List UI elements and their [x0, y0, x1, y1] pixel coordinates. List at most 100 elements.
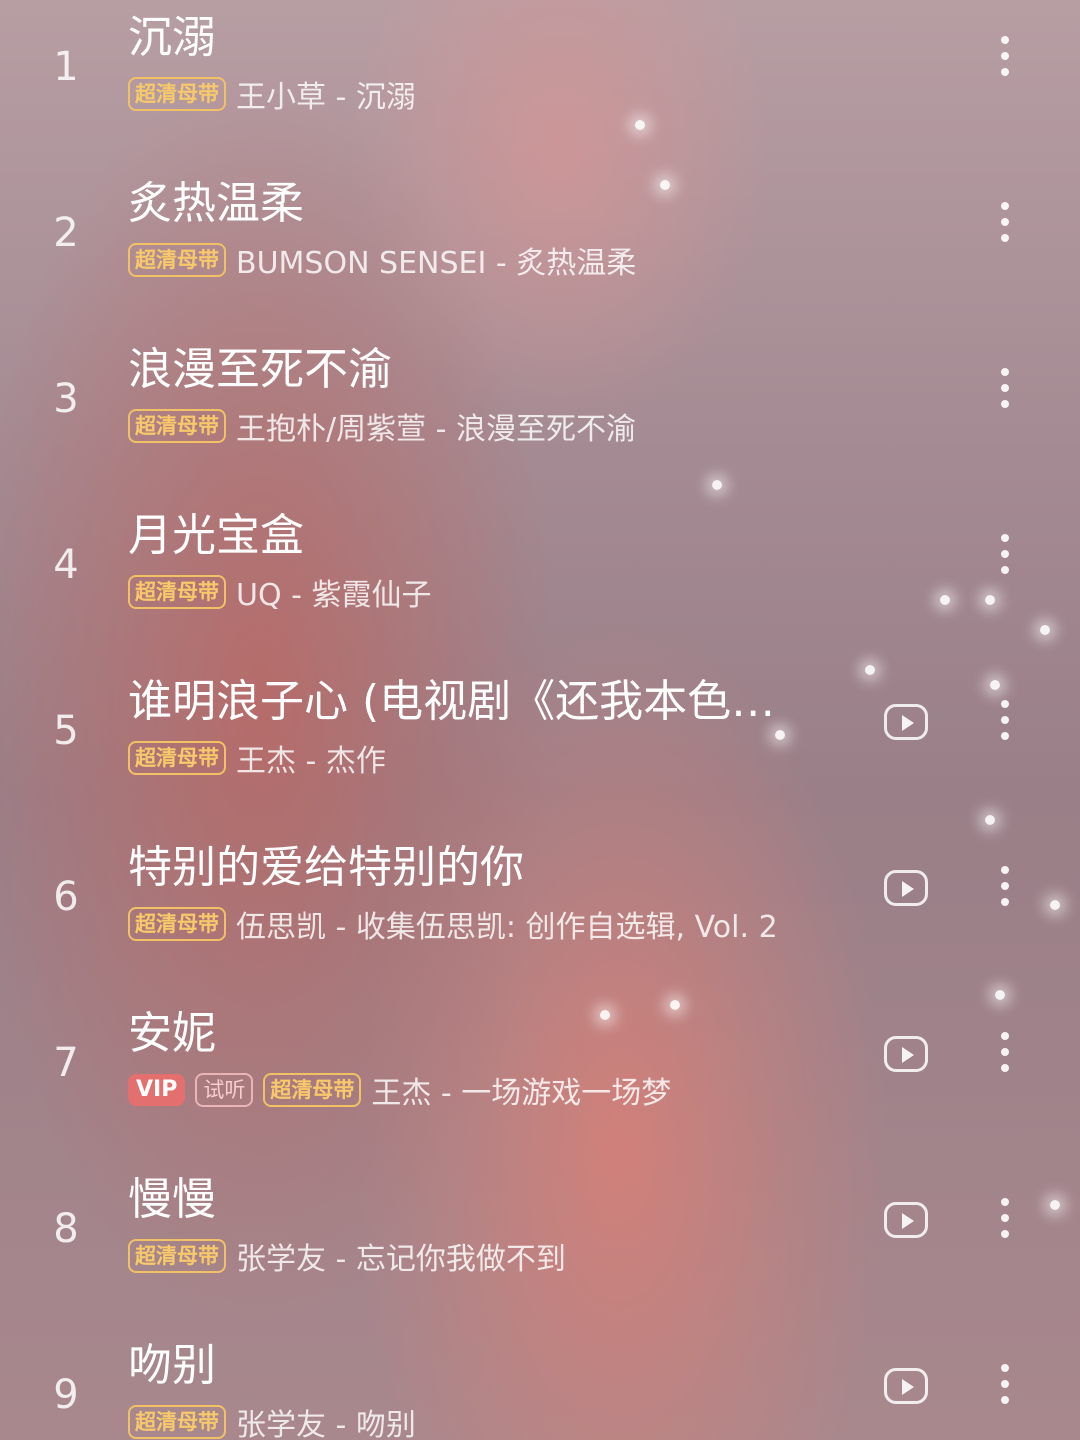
dot — [1001, 1396, 1009, 1404]
dot — [1001, 566, 1009, 574]
quality-badge: 超清母带 — [128, 1239, 226, 1273]
artist-album: 王抱朴/周紫萱 - 浪漫至死不渝 — [236, 412, 637, 447]
dot — [1001, 866, 1009, 874]
song-title: 炙热温柔 — [128, 178, 304, 229]
artist-album: BUMSON SENSEI - 炙热温柔 — [236, 246, 637, 281]
quality-badge: 超清母带 — [128, 243, 226, 277]
dot — [1001, 68, 1009, 76]
song-rank: 4 — [53, 542, 79, 588]
song-meta: 超清母带 王杰 - 杰作 — [128, 738, 386, 779]
more-vertical-icon[interactable] — [990, 534, 1020, 584]
song-title: 吻别 — [128, 1340, 216, 1391]
artist-album: 王杰 - 一场游戏一场梦 — [371, 1076, 672, 1111]
song-meta: 超清母带 王小草 - 沉溺 — [128, 74, 416, 115]
play-triangle — [902, 715, 914, 731]
dot — [1001, 534, 1009, 542]
dot — [1001, 882, 1009, 890]
song-row[interactable]: 2 炙热温柔 超清母带 BUMSON SENSEI - 炙热温柔 — [0, 174, 1080, 340]
quality-badge: 超清母带 — [128, 1405, 226, 1439]
more-vertical-icon[interactable] — [990, 1032, 1020, 1082]
song-row[interactable]: 5 谁明浪子心 (电视剧《还我本色… 超清母带 王杰 - 杰作 — [0, 672, 1080, 838]
song-rank: 7 — [53, 1040, 79, 1086]
song-list: 1 沉溺 超清母带 王小草 - 沉溺 2 炙热温柔 超清母带 BUMSON SE… — [0, 0, 1080, 1443]
song-row[interactable]: 7 安妮 VIP 试听 超清母带 王杰 - 一场游戏一场梦 — [0, 1004, 1080, 1170]
quality-badge: 超清母带 — [128, 77, 226, 111]
dot — [1001, 384, 1009, 392]
artist-album: 伍思凯 - 收集伍思凯: 创作自选辑, Vol. 2 — [236, 910, 778, 945]
song-title: 特别的爱给特别的你 — [128, 842, 524, 893]
dot — [1001, 1198, 1009, 1206]
artist-album: UQ - 紫霞仙子 — [236, 578, 432, 613]
dot — [1001, 218, 1009, 226]
song-rank: 1 — [53, 44, 79, 90]
song-row[interactable]: 4 月光宝盒 超清母带 UQ - 紫霞仙子 — [0, 506, 1080, 672]
more-vertical-icon[interactable] — [990, 700, 1020, 750]
song-title: 月光宝盒 — [128, 510, 304, 561]
more-vertical-icon[interactable] — [990, 368, 1020, 418]
song-meta: 超清母带 王抱朴/周紫萱 - 浪漫至死不渝 — [128, 406, 637, 447]
quality-badge: 超清母带 — [128, 741, 226, 775]
play-triangle — [902, 1379, 914, 1395]
quality-badge: 超清母带 — [263, 1073, 362, 1107]
artist-album: 王杰 - 杰作 — [236, 744, 386, 779]
dot — [1001, 1064, 1009, 1072]
artist-album: 王小草 - 沉溺 — [236, 80, 416, 115]
more-vertical-icon[interactable] — [990, 1364, 1020, 1414]
more-vertical-icon[interactable] — [990, 866, 1020, 916]
song-rank: 2 — [53, 210, 79, 256]
song-meta: 超清母带 张学友 - 忘记你我做不到 — [128, 1236, 566, 1277]
dot — [1001, 52, 1009, 60]
dot — [1001, 700, 1009, 708]
dot — [1001, 1048, 1009, 1056]
dot — [1001, 36, 1009, 44]
vip-badge: VIP — [128, 1074, 186, 1106]
dot — [1001, 1230, 1009, 1238]
artist-album: 张学友 - 忘记你我做不到 — [236, 1242, 566, 1277]
dot — [1001, 368, 1009, 376]
dot — [1001, 898, 1009, 906]
play-video-icon[interactable] — [884, 704, 928, 740]
dot — [1001, 1364, 1009, 1372]
play-video-icon[interactable] — [884, 1368, 928, 1404]
song-meta: VIP 试听 超清母带 王杰 - 一场游戏一场梦 — [128, 1070, 672, 1111]
dot — [1001, 550, 1009, 558]
song-row[interactable]: 6 特别的爱给特别的你 超清母带 伍思凯 - 收集伍思凯: 创作自选辑, Vol… — [0, 838, 1080, 1004]
song-row[interactable]: 3 浪漫至死不渝 超清母带 王抱朴/周紫萱 - 浪漫至死不渝 — [0, 340, 1080, 506]
dot — [1001, 400, 1009, 408]
quality-badge: 超清母带 — [128, 575, 226, 609]
quality-badge: 超清母带 — [128, 409, 226, 443]
play-triangle — [902, 1047, 914, 1063]
more-vertical-icon[interactable] — [990, 202, 1020, 252]
song-title: 安妮 — [128, 1008, 216, 1059]
more-vertical-icon[interactable] — [990, 1198, 1020, 1248]
song-row[interactable]: 8 慢慢 超清母带 张学友 - 忘记你我做不到 — [0, 1170, 1080, 1336]
song-rank: 9 — [53, 1372, 79, 1418]
dot — [1001, 1032, 1009, 1040]
song-title: 浪漫至死不渝 — [128, 344, 392, 395]
song-meta: 超清母带 UQ - 紫霞仙子 — [128, 572, 432, 613]
song-row[interactable]: 9 吻别 超清母带 张学友 - 吻别 — [0, 1336, 1080, 1443]
dot — [1001, 732, 1009, 740]
more-vertical-icon[interactable] — [990, 36, 1020, 86]
song-rank: 5 — [53, 708, 79, 754]
song-title: 沉溺 — [128, 12, 216, 63]
play-triangle — [902, 881, 914, 897]
song-title: 慢慢 — [128, 1174, 216, 1225]
dot — [1001, 234, 1009, 242]
dot — [1001, 716, 1009, 724]
song-row[interactable]: 1 沉溺 超清母带 王小草 - 沉溺 — [0, 8, 1080, 174]
artist-album: 张学友 - 吻别 — [236, 1408, 416, 1443]
play-video-icon[interactable] — [884, 870, 928, 906]
song-meta: 超清母带 BUMSON SENSEI - 炙热温柔 — [128, 240, 637, 281]
song-rank: 3 — [53, 376, 79, 422]
trial-badge: 试听 — [195, 1073, 254, 1107]
dot — [1001, 1214, 1009, 1222]
dot — [1001, 1380, 1009, 1388]
song-rank: 6 — [53, 874, 79, 920]
play-video-icon[interactable] — [884, 1202, 928, 1238]
quality-badge: 超清母带 — [128, 907, 226, 941]
song-rank: 8 — [53, 1206, 79, 1252]
song-meta: 超清母带 张学友 - 吻别 — [128, 1402, 416, 1443]
play-video-icon[interactable] — [884, 1036, 928, 1072]
song-meta: 超清母带 伍思凯 - 收集伍思凯: 创作自选辑, Vol. 2 — [128, 904, 778, 945]
